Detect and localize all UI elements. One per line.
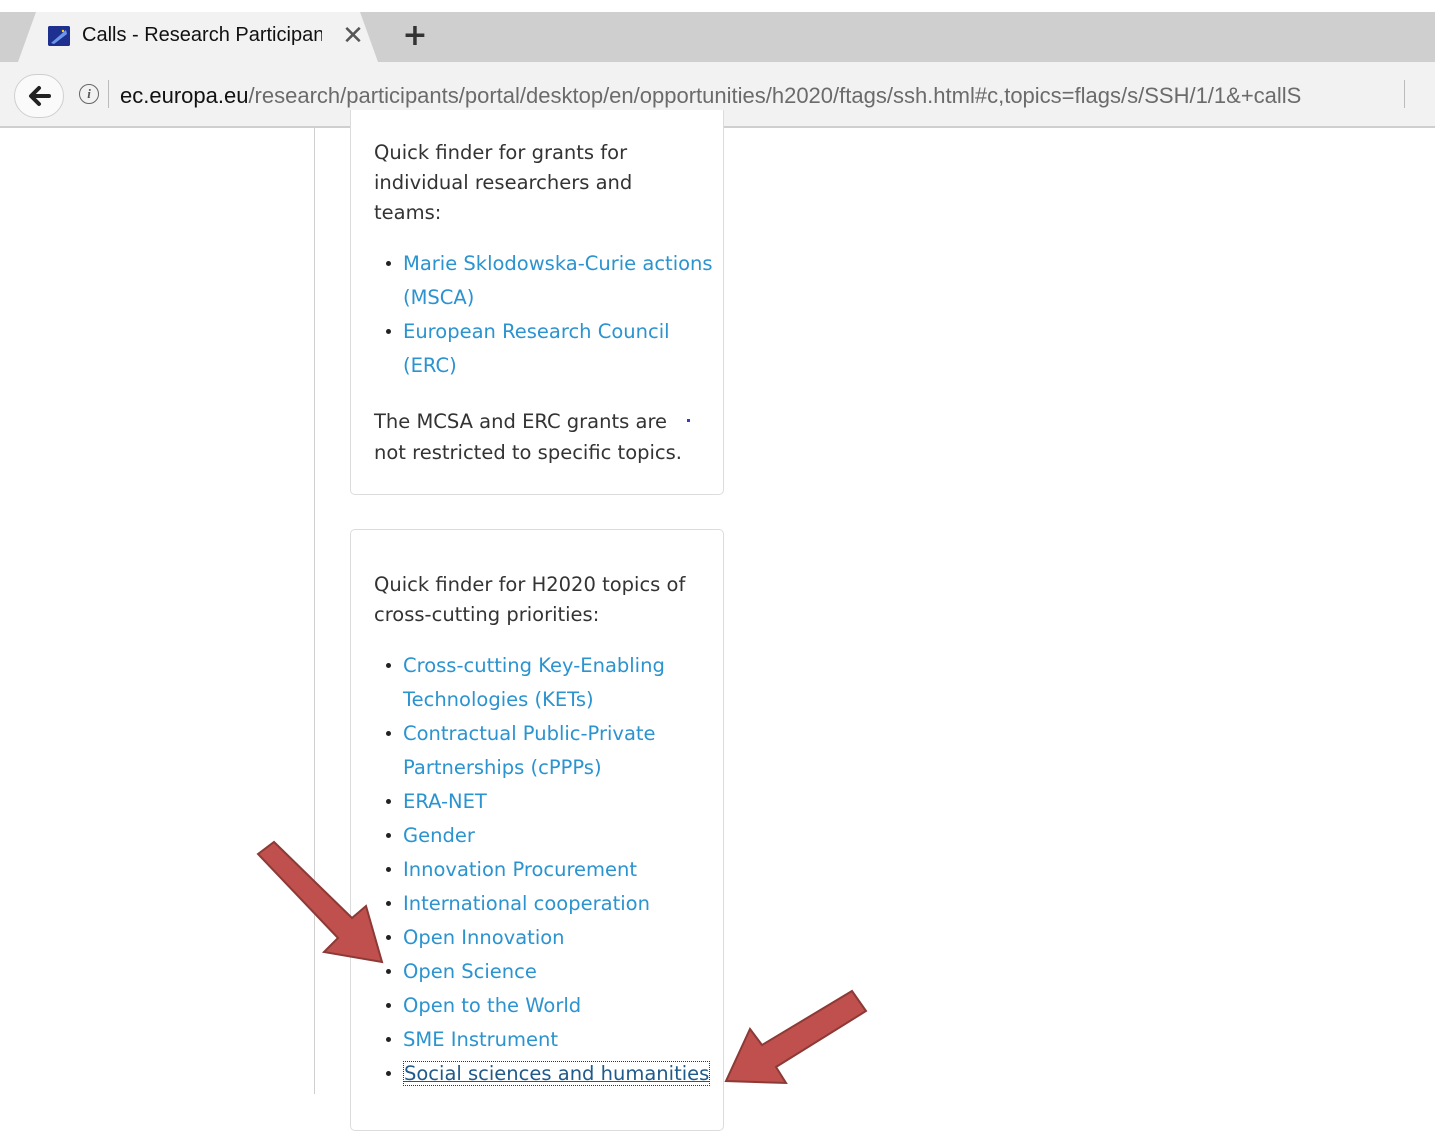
list-item: International cooperation bbox=[383, 887, 723, 921]
tab-bar: Calls - Research Participant Portal ✕ + bbox=[0, 0, 1435, 62]
list-item: Open Science bbox=[383, 955, 723, 989]
list-item: Innovation Procurement bbox=[383, 853, 723, 887]
link-gender[interactable]: Gender bbox=[403, 824, 475, 847]
list-item: Open to the World bbox=[383, 989, 723, 1023]
cross-cutting-links: Cross-cutting Key-Enabling Technologies … bbox=[383, 649, 723, 1091]
individual-grants-links: Marie Sklodowska-Curie actions (MSCA) Eu… bbox=[383, 247, 723, 383]
link-erc[interactable]: European Research Council (ERC) bbox=[403, 320, 670, 377]
tab-title: Calls - Research Participant Portal bbox=[82, 24, 322, 46]
list-item: ERA-NET bbox=[383, 785, 723, 819]
cross-cutting-intro: Quick finder for H2020 topics of cross-c… bbox=[374, 573, 686, 626]
link-international-cooperation[interactable]: International cooperation bbox=[403, 892, 650, 915]
list-item: Open Innovation bbox=[383, 921, 723, 955]
grants-note: The MCSA and ERC grants are not restrict… bbox=[374, 410, 683, 464]
url-path: /research/participants/portal/desktop/en… bbox=[248, 83, 1302, 108]
red-arrow-icon bbox=[724, 989, 868, 1085]
link-kets[interactable]: Cross-cutting Key-Enabling Technologies … bbox=[403, 654, 665, 711]
link-open-science[interactable]: Open Science bbox=[403, 960, 537, 983]
back-button[interactable] bbox=[14, 74, 64, 118]
address-separator bbox=[108, 80, 109, 108]
stray-dot bbox=[687, 419, 690, 422]
red-arrow-icon bbox=[256, 840, 384, 964]
list-item: Marie Sklodowska-Curie actions (MSCA) bbox=[383, 247, 723, 315]
link-open-innovation[interactable]: Open Innovation bbox=[403, 926, 565, 949]
url-field[interactable]: ec.europa.eu/research/participants/porta… bbox=[120, 80, 1390, 112]
back-arrow-icon bbox=[29, 86, 51, 106]
list-item: Gender bbox=[383, 819, 723, 853]
info-icon[interactable]: i bbox=[79, 84, 99, 104]
url-host: ec.europa.eu bbox=[120, 83, 249, 108]
eu-flag-icon bbox=[48, 26, 70, 46]
individual-grants-intro: Quick finder for grants for individual r… bbox=[374, 141, 633, 224]
link-cppps[interactable]: Contractual Public-Private Partnerships … bbox=[403, 722, 656, 779]
link-msca[interactable]: Marie Sklodowska-Curie actions (MSCA) bbox=[403, 252, 713, 309]
link-innovation-procurement[interactable]: Innovation Procurement bbox=[403, 858, 637, 881]
link-era-net[interactable]: ERA-NET bbox=[403, 790, 487, 813]
list-item: European Research Council (ERC) bbox=[383, 315, 723, 383]
new-tab-button[interactable]: + bbox=[400, 21, 430, 52]
list-item: Cross-cutting Key-Enabling Technologies … bbox=[383, 649, 723, 717]
list-item: Social sciences and humanities bbox=[383, 1057, 723, 1091]
link-sme-instrument[interactable]: SME Instrument bbox=[403, 1028, 558, 1051]
address-right-separator bbox=[1404, 80, 1405, 108]
close-icon[interactable]: ✕ bbox=[340, 22, 366, 50]
list-item: Contractual Public-Private Partnerships … bbox=[383, 717, 723, 785]
link-social-sciences-humanities[interactable]: Social sciences and humanities bbox=[403, 1061, 711, 1086]
link-open-to-the-world[interactable]: Open to the World bbox=[403, 994, 581, 1017]
list-item: SME Instrument bbox=[383, 1023, 723, 1057]
